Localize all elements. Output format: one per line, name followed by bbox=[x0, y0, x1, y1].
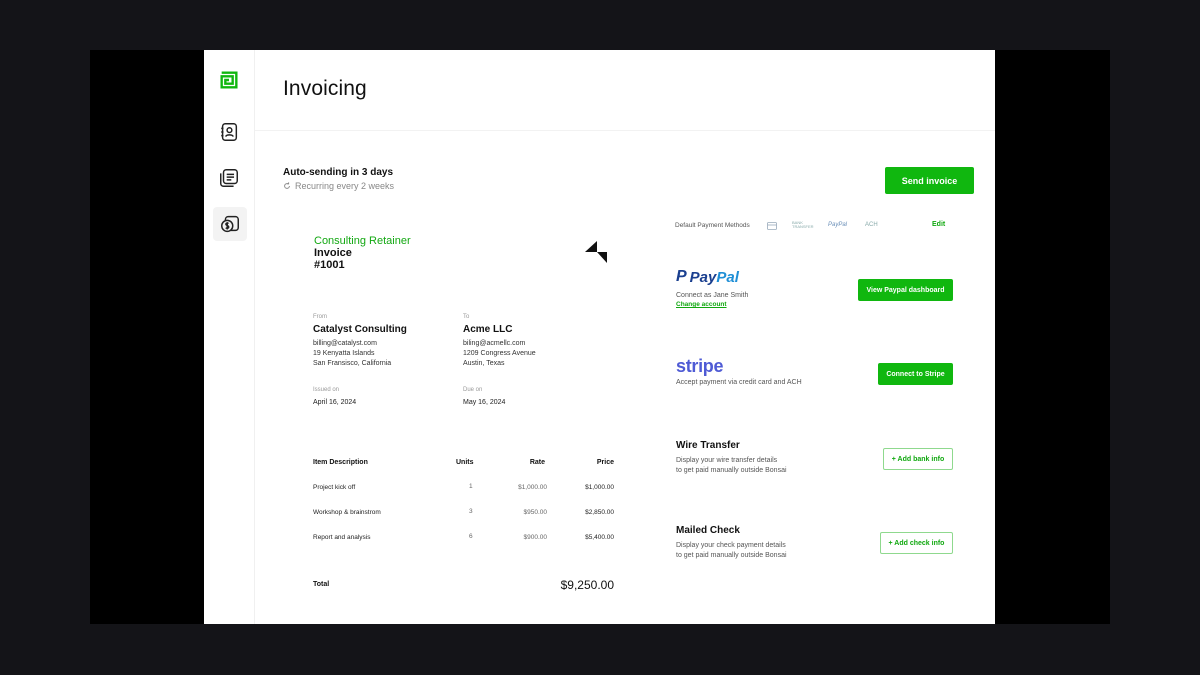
edit-payment-methods-link[interactable]: Edit bbox=[932, 221, 945, 228]
app-window: Invoicing Auto-sending in 3 days Recurri… bbox=[204, 50, 995, 624]
mailed-check-desc-line2: to get paid manually outside Bonsai bbox=[676, 552, 787, 559]
paypal-description: Connect as Jane Smith bbox=[676, 292, 749, 299]
row-description: Report and analysis bbox=[313, 534, 371, 541]
paypal-logo: P PayPal bbox=[676, 268, 739, 286]
from-address-line1: 19 Kenyatta Islands bbox=[313, 350, 375, 357]
row-rate: $950.00 bbox=[523, 509, 548, 516]
to-address-line2: Austin, Texas bbox=[463, 360, 505, 367]
col-description: Item Description bbox=[313, 459, 368, 466]
row-price: $1,000.00 bbox=[585, 484, 614, 491]
recurring-status: Recurring every 2 weeks bbox=[283, 181, 394, 191]
paypal-logo-pal: Pal bbox=[716, 268, 739, 286]
wire-transfer-desc-line2: to get paid manually outside Bonsai bbox=[676, 467, 787, 474]
row-units: 6 bbox=[469, 533, 473, 540]
from-address-line2: San Fransisco, California bbox=[313, 360, 392, 367]
from-email: billing@catalyst.com bbox=[313, 340, 377, 347]
due-label: Due on bbox=[463, 387, 483, 393]
wire-transfer-desc-line1: Display your wire transfer details bbox=[676, 457, 778, 464]
invoice-number: #1001 bbox=[314, 259, 345, 271]
row-rate: $1,000.00 bbox=[518, 484, 547, 491]
mailed-check-desc-line1: Display your check payment details bbox=[676, 542, 786, 549]
view-paypal-dashboard-button[interactable]: View Paypal dashboard bbox=[858, 279, 953, 301]
row-description: Project kick off bbox=[313, 484, 356, 491]
to-email: biling@acmellc.com bbox=[463, 340, 526, 347]
paypal-small-icon: PayPal bbox=[828, 222, 848, 228]
refresh-icon bbox=[284, 182, 290, 189]
add-check-info-button[interactable]: + Add check info bbox=[880, 532, 953, 554]
issued-label: Issued on bbox=[313, 387, 340, 393]
to-label: To bbox=[463, 314, 470, 320]
logo-icon[interactable] bbox=[216, 67, 242, 93]
col-units: Units bbox=[456, 459, 474, 466]
default-payment-methods-label: Default Payment Methods bbox=[675, 222, 750, 229]
company-logo-icon bbox=[585, 241, 607, 263]
issued-date: April 16, 2024 bbox=[313, 399, 357, 406]
row-units: 3 bbox=[469, 508, 473, 515]
recurring-text: Recurring every 2 weeks bbox=[295, 181, 395, 191]
from-label: From bbox=[313, 314, 327, 320]
bank-transfer-icon: BANK TRANSFER bbox=[792, 220, 814, 229]
sidebar bbox=[204, 50, 255, 624]
total-value: $9,250.00 bbox=[560, 578, 614, 592]
invoice-money-icon[interactable] bbox=[213, 207, 247, 241]
stripe-description: Accept payment via credit card and ACH bbox=[676, 379, 802, 386]
row-rate: $900.00 bbox=[523, 534, 548, 541]
ach-icon: ACH bbox=[865, 222, 878, 228]
col-rate: Rate bbox=[529, 459, 545, 466]
stripe-logo: stripe bbox=[676, 356, 724, 376]
page-title: Invoicing bbox=[283, 77, 367, 100]
connect-stripe-button[interactable]: Connect to Stripe bbox=[878, 363, 953, 385]
due-date: May 16, 2024 bbox=[463, 399, 506, 406]
paypal-logo-pay: Pay bbox=[689, 268, 717, 286]
to-name: Acme LLC bbox=[463, 324, 513, 335]
row-price: $5,400.00 bbox=[585, 534, 614, 541]
documents-icon[interactable] bbox=[216, 165, 242, 191]
invoice-type: Consulting Retainer bbox=[314, 235, 411, 247]
add-bank-info-button[interactable]: + Add bank info bbox=[883, 448, 953, 470]
header-divider bbox=[255, 130, 995, 131]
paypal-p-icon: P bbox=[676, 268, 687, 285]
mailed-check-title: Mailed Check bbox=[676, 525, 740, 536]
send-invoice-button[interactable]: Send invoice bbox=[885, 167, 974, 194]
invoice-label: Invoice bbox=[314, 247, 352, 259]
contacts-icon[interactable] bbox=[216, 119, 242, 145]
total-label: Total bbox=[313, 581, 330, 588]
card-icon bbox=[767, 222, 777, 230]
auto-send-status: Auto-sending in 3 days bbox=[283, 167, 394, 178]
row-description: Workshop & brainstrom bbox=[313, 509, 381, 516]
change-account-link[interactable]: Change account bbox=[676, 301, 727, 308]
row-units: 1 bbox=[469, 483, 473, 490]
from-name: Catalyst Consulting bbox=[313, 324, 407, 335]
col-price: Price bbox=[596, 459, 614, 466]
row-price: $2,850.00 bbox=[585, 509, 614, 516]
to-address-line1: 1209 Congress Avenue bbox=[463, 350, 536, 357]
wire-transfer-title: Wire Transfer bbox=[676, 440, 740, 451]
